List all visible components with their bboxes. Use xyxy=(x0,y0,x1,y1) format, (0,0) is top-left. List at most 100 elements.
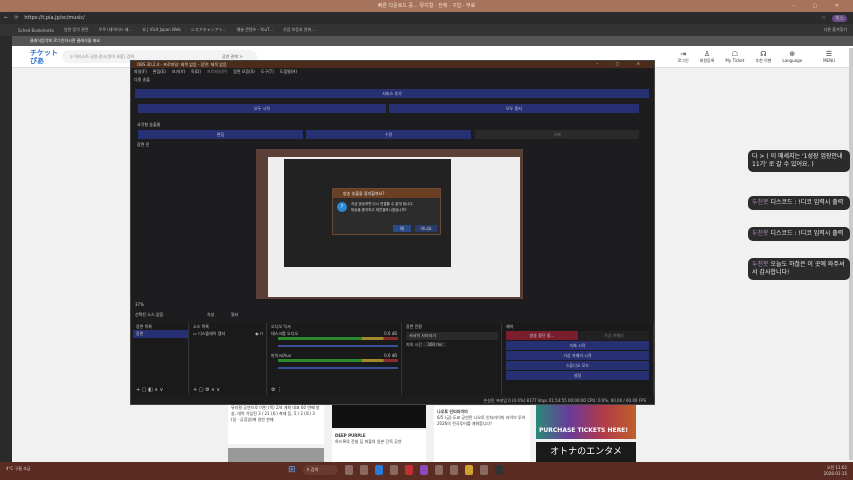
dock-title: 제어 xyxy=(506,324,514,329)
source-name: 디스플레이 캡처 xyxy=(198,331,226,336)
mixer-menu-icon[interactable]: ⚙ ⋮ xyxy=(271,387,282,393)
app-icon[interactable] xyxy=(450,465,459,475)
obs-preview[interactable]: 방송 송출을 중지할까요? ? 지금 방송하면 다시 연결할 수 없게 됩니다.… xyxy=(256,149,523,299)
search-placeholder: 아티스트·공연·장소(영어 포함) 검색 xyxy=(74,54,134,59)
nav-language[interactable]: ⊕ Language xyxy=(782,50,802,64)
app-icon[interactable] xyxy=(345,465,354,475)
edge-icon[interactable] xyxy=(375,465,384,475)
start-recording-button[interactable]: 녹화 시작 xyxy=(506,341,649,350)
add-service-button[interactable]: 서비스 추가 xyxy=(135,89,649,98)
bookmark[interactable]: Sched Bookmarks xyxy=(18,28,54,33)
stop-streaming-button[interactable]: 방송 중단 중... xyxy=(506,331,578,340)
taskbar-search[interactable]: ⚲ 검색 xyxy=(302,465,339,475)
entame-ad[interactable]: オトナのエンタメ xyxy=(536,442,636,462)
bookmark[interactable]: シスアキャンアト... xyxy=(191,27,227,33)
scene-item[interactable]: 장면 xyxy=(133,330,188,338)
page-scrollbar[interactable] xyxy=(849,48,853,460)
event-card[interactable]: 나오토 인티라이미 6/5 (금) 도쿄 공연된 나오토 인티라이미 라이브 투어… xyxy=(434,406,530,462)
window-title: 빠른 다운로드 중... 뮤지컬 · 전체 · 구입 · 무료 xyxy=(377,3,476,9)
steam-icon[interactable] xyxy=(495,465,504,475)
logo-text: ぴあ xyxy=(30,57,44,65)
app-icon[interactable] xyxy=(480,465,489,475)
weather-widget[interactable]: 4°C 구름 조금 xyxy=(6,466,31,471)
controls-dock: 제어 방송 중단 중... 가상 카메라 녹화 시작 가상 카메라 시작 스튜디… xyxy=(503,323,654,395)
window-controls[interactable]: – ▢ ✕ xyxy=(792,0,847,12)
bookmark[interactable]: 우주 (데이터드 제... xyxy=(99,27,133,33)
bookmark[interactable]: 호 | Visit Japan Web xyxy=(142,27,181,33)
back-icon[interactable]: ← xyxy=(4,15,8,21)
clock[interactable]: 오전 11:02 2026-01-15 xyxy=(824,465,847,477)
source-item[interactable]: ▭ 디스플레이 캡처 ◉ ⊓ xyxy=(190,330,266,338)
nav-login[interactable]: ⇥ 로그인 xyxy=(678,50,689,64)
event-image[interactable] xyxy=(332,402,426,428)
purchase-tickets-ad[interactable]: PURCHASE TICKETS HERE! xyxy=(536,403,636,439)
audio-meter xyxy=(278,359,398,362)
nav-label: Language xyxy=(782,58,803,63)
settings-button[interactable]: 설정 xyxy=(506,371,649,380)
volume-slider[interactable] xyxy=(278,367,398,369)
app-icon[interactable] xyxy=(435,465,444,475)
scene-toolbar[interactable]: + ▢ ◧ ∧ ∨ xyxy=(136,387,163,393)
app-icon[interactable] xyxy=(420,465,429,475)
nav-register[interactable]: ♙ 회원등록 xyxy=(700,50,715,64)
filters-button[interactable]: 필터 xyxy=(231,312,238,318)
nav-menu[interactable]: ☰ MENU xyxy=(823,50,835,64)
folder-icon[interactable] xyxy=(465,465,474,475)
visibility-icon[interactable]: ◉ ⊓ xyxy=(255,331,263,336)
start-icon[interactable]: ⊞ xyxy=(288,465,296,475)
nav-my-ticket[interactable]: ☖ My Ticket xyxy=(725,50,744,64)
event-card[interactable]: DEEP PURPLE 하드록의 전설 딥 퍼플의 일본 단독 공연 xyxy=(332,430,426,462)
studio-mode-button[interactable]: 스튜디오 모드 xyxy=(506,361,649,370)
modify-button[interactable]: 수정 xyxy=(306,130,471,139)
obs-icon[interactable] xyxy=(405,465,414,475)
multi-stream-label: 다중 송출 xyxy=(134,77,150,82)
chat-message: 다 > ( 이 메세지는 '1성장 업장안내 11기' 로 갈 수 있어요. ) xyxy=(748,150,850,172)
duration-input[interactable]: 300 ms xyxy=(423,342,447,347)
reload-icon[interactable]: ⟳ xyxy=(14,15,18,21)
menu-file[interactable]: 파일(F) xyxy=(134,68,147,76)
recommend-icon: ☊ xyxy=(760,50,767,58)
source-toolbar[interactable]: + ▢ ⚙ ∧ ∨ xyxy=(193,387,220,393)
favorite-icon[interactable]: ☆ xyxy=(821,15,825,21)
dialog-yes-button[interactable]: 예 xyxy=(393,225,411,232)
zoom-level[interactable]: 37% xyxy=(135,302,144,307)
virtual-camera-button[interactable]: 가상 카메라 xyxy=(579,331,649,340)
chat-text: 다 > ( 이 메세지는 '1성장 업장안내 11기' 로 갈 수 있어요. ) xyxy=(752,153,843,168)
obs-window-controls[interactable]: – ▢ ✕ xyxy=(596,61,648,66)
menu-tools[interactable]: 도구(T) xyxy=(261,68,274,76)
address-bar[interactable]: https://t.pia.jp/sc/music/ xyxy=(24,15,84,21)
dialog-title: 방송 송출을 중지할까요? xyxy=(333,189,440,198)
start-all-button[interactable]: 모두 시작 xyxy=(138,104,386,113)
site-logo[interactable]: チケット ぴあ xyxy=(30,49,58,65)
window-titlebar: 빠른 다운로드 중... 뮤지컬 · 전체 · 구입 · 무료 – ▢ ✕ xyxy=(0,0,853,12)
properties-button[interactable]: 속성 xyxy=(207,312,214,318)
menu-edit[interactable]: 편집(E) xyxy=(153,68,166,76)
volume-slider[interactable] xyxy=(278,345,398,347)
globe-icon: ⊕ xyxy=(789,50,796,58)
chat-message: 두천봇 디스코드 : !디코 입력시 출력 xyxy=(748,196,850,210)
bookmark[interactable]: 기업 보증과 관위... xyxy=(283,27,315,33)
dialog-no-button[interactable]: 아니요 xyxy=(415,225,437,232)
delete-button[interactable]: 삭제 xyxy=(475,130,639,139)
transition-select[interactable]: 서서히 사라지기 xyxy=(406,332,498,340)
menu-view[interactable]: 보기(V) xyxy=(172,68,185,76)
app-icon[interactable] xyxy=(390,465,399,475)
profile-button[interactable]: 게스 xyxy=(831,14,847,22)
other-bookmarks[interactable]: 다른 즐겨찾기 xyxy=(824,27,847,33)
menu-help[interactable]: 도움말(H) xyxy=(280,68,297,76)
bookmark[interactable]: 예술 콘텐츠 - YouT... xyxy=(237,27,273,33)
event-card[interactable]: 뮤지컬 공연으로 이번 (목) 2/4 개최 대표 60 번째 방송, 대략 가… xyxy=(228,402,324,444)
app-icon[interactable] xyxy=(360,465,369,475)
start-virtual-camera-button[interactable]: 가상 카메라 시작 xyxy=(506,351,649,360)
stop-all-button[interactable]: 모두 중지 xyxy=(389,104,639,113)
bookmark[interactable]: 일반 음악 관련 xyxy=(64,27,89,33)
taskbar: 4°C 구름 조금 ⊞ ⚲ 검색 오전 11:02 2026-01-15 xyxy=(0,462,853,480)
menu-docks[interactable]: 독(D) xyxy=(191,68,201,76)
edit-button[interactable]: 편집 xyxy=(138,130,303,139)
question-icon: ? xyxy=(337,202,347,212)
nav-label: 로그인 xyxy=(677,58,689,63)
nav-recommend[interactable]: ☊ 추천 이벤 xyxy=(755,50,771,64)
menu-profile[interactable]: 프로파일(P) xyxy=(207,68,227,76)
menu-scene-collection[interactable]: 장면 모음(S) xyxy=(233,68,255,76)
event-image[interactable] xyxy=(228,448,324,462)
